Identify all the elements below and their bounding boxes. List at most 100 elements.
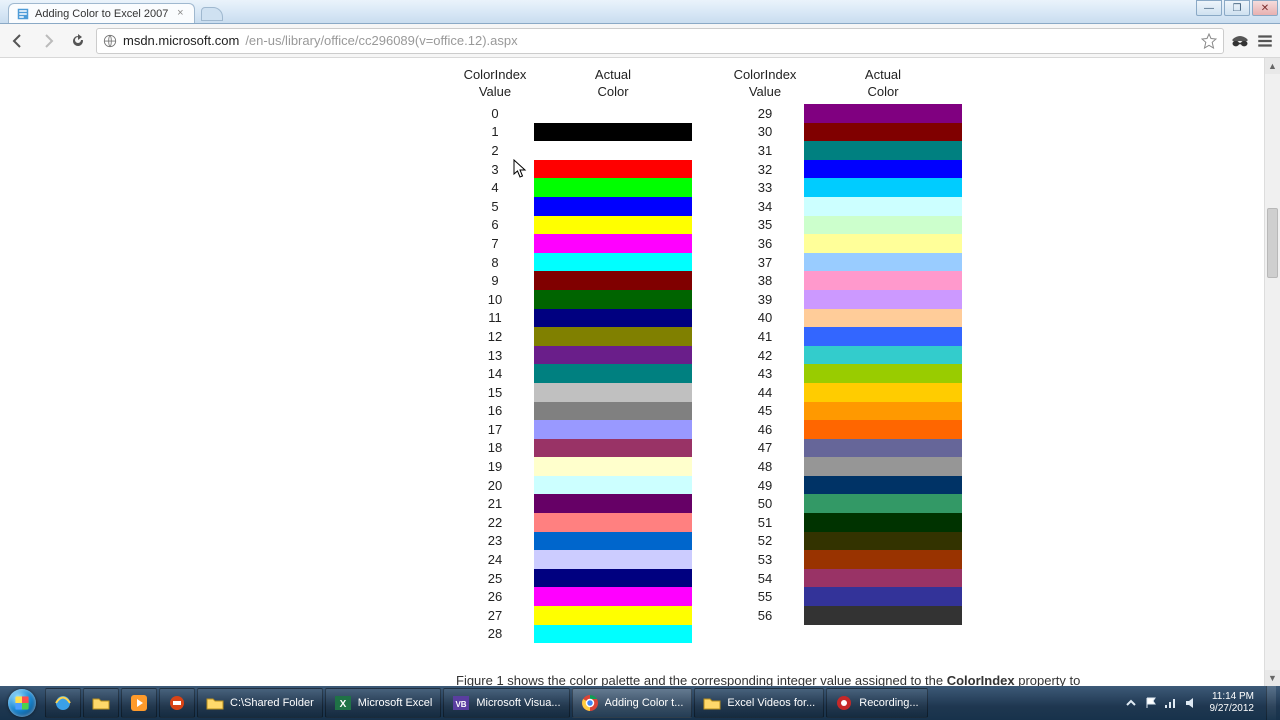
app-icon: [703, 694, 721, 712]
new-tab-button[interactable]: [201, 7, 223, 21]
taskbar-item[interactable]: Recording...: [826, 688, 927, 718]
taskbar-item-label: Microsoft Visua...: [476, 697, 560, 709]
taskbar-item[interactable]: VB Microsoft Visua...: [443, 688, 569, 718]
colorindex-cell: 40: [726, 309, 804, 328]
window-close-button[interactable]: ✕: [1252, 0, 1278, 16]
clock-date: 9/27/2012: [1210, 703, 1255, 715]
color-swatch: [534, 550, 692, 569]
colorindex-cell: 19: [456, 457, 534, 476]
taskbar-item[interactable]: X Microsoft Excel: [325, 688, 442, 718]
color-swatch: [804, 104, 962, 123]
color-swatch: [804, 271, 962, 290]
color-swatch: [804, 160, 962, 179]
color-swatch: [534, 532, 692, 551]
colorindex-cell: 46: [726, 420, 804, 439]
colorindex-cell: 13: [456, 346, 534, 365]
forward-button[interactable]: [36, 29, 60, 53]
color-swatch: [804, 309, 962, 328]
bookmark-star-icon[interactable]: [1201, 33, 1217, 49]
color-swatch: [804, 457, 962, 476]
color-swatch: [534, 104, 692, 123]
colorindex-cell: 9: [456, 271, 534, 290]
scroll-thumb[interactable]: [1267, 208, 1278, 278]
colorindex-cell: 22: [456, 513, 534, 532]
scroll-up-button[interactable]: ▲: [1265, 58, 1280, 74]
taskbar-item-label: Microsoft Excel: [358, 697, 433, 709]
clock-time: 11:14 PM: [1210, 691, 1255, 703]
color-swatch: [534, 587, 692, 606]
table-left-group: ColorIndexValue 012345678910111213141516…: [456, 66, 692, 643]
system-tray: 11:14 PM 9/27/2012: [1120, 686, 1280, 720]
color-swatch: [534, 439, 692, 458]
colorindex-cell: 28: [456, 625, 534, 644]
colorindex-cell: 14: [456, 364, 534, 383]
browser-toolbar: msdn.microsoft.com/en-us/library/office/…: [0, 24, 1280, 58]
browser-titlebar: Adding Color to Excel 2007 × — ❐ ✕: [0, 0, 1280, 24]
colorindex-cell: 39: [726, 290, 804, 309]
tray-network-icon[interactable]: [1164, 696, 1178, 710]
url-host: msdn.microsoft.com: [123, 33, 239, 48]
taskbar-item-label: Adding Color t...: [605, 697, 684, 709]
colorindex-cell: 36: [726, 234, 804, 253]
color-swatch: [804, 253, 962, 272]
colorindex-cell: 51: [726, 513, 804, 532]
reload-button[interactable]: [66, 29, 90, 53]
show-desktop-button[interactable]: [1266, 686, 1276, 720]
tab-favicon-icon: [17, 8, 29, 20]
color-swatch: [534, 457, 692, 476]
color-swatch: [804, 383, 962, 402]
windows-taskbar: C:\Shared Folder X Microsoft Excel VB Micros…: [0, 686, 1280, 720]
color-swatch: [804, 327, 962, 346]
colorindex-cell: 38: [726, 271, 804, 290]
tab-close-icon[interactable]: ×: [174, 8, 186, 20]
table-right-group: ColorIndexValue 293031323334353637383940…: [726, 66, 962, 643]
colorindex-cell: 12: [456, 327, 534, 346]
colorindex-cell: 25: [456, 569, 534, 588]
taskbar-item[interactable]: Adding Color t...: [572, 688, 693, 718]
color-swatch: [804, 216, 962, 235]
colorindex-cell: 7: [456, 234, 534, 253]
color-swatch: [534, 160, 692, 179]
colorindex-cell: 32: [726, 160, 804, 179]
color-swatch: [804, 346, 962, 365]
colorindex-cell: 31: [726, 141, 804, 160]
taskbar-item[interactable]: C:\Shared Folder: [197, 688, 323, 718]
tray-up-icon[interactable]: [1124, 696, 1138, 710]
window-minimize-button[interactable]: —: [1196, 0, 1222, 16]
colorindex-cell: 45: [726, 402, 804, 421]
app-icon: VB: [452, 694, 470, 712]
color-swatch: [804, 513, 962, 532]
taskbar-pin-ie[interactable]: [45, 688, 81, 718]
tray-volume-icon[interactable]: [1184, 696, 1198, 710]
color-swatch: [804, 439, 962, 458]
window-maximize-button[interactable]: ❐: [1224, 0, 1250, 16]
chrome-menu-button[interactable]: [1256, 32, 1274, 50]
browser-tab[interactable]: Adding Color to Excel 2007 ×: [8, 3, 195, 23]
colorindex-cell: 16: [456, 402, 534, 421]
taskbar-pin[interactable]: [121, 688, 157, 718]
color-swatch: [534, 364, 692, 383]
scroll-down-button[interactable]: ▼: [1265, 670, 1280, 686]
svg-text:X: X: [339, 699, 346, 710]
app-icon: [130, 694, 148, 712]
back-button[interactable]: [6, 29, 30, 53]
header-color-right: ActualColor: [804, 66, 962, 104]
tray-flag-icon[interactable]: [1144, 696, 1158, 710]
address-bar[interactable]: msdn.microsoft.com/en-us/library/office/…: [96, 28, 1224, 54]
svg-text:VB: VB: [456, 700, 467, 709]
colorindex-cell: 34: [726, 197, 804, 216]
taskbar-clock[interactable]: 11:14 PM 9/27/2012: [1204, 691, 1261, 715]
colorindex-cell: 21: [456, 494, 534, 513]
taskbar-pin-explorer[interactable]: [83, 688, 119, 718]
site-icon: [103, 34, 117, 48]
taskbar-item[interactable]: Excel Videos for...: [694, 688, 824, 718]
taskbar-pin[interactable]: [159, 688, 195, 718]
color-swatch: [534, 494, 692, 513]
color-swatch: [534, 513, 692, 532]
header-index-right: ColorIndexValue: [726, 66, 804, 104]
colorindex-cell: 26: [456, 587, 534, 606]
colorindex-cell: 54: [726, 569, 804, 588]
page-scrollbar[interactable]: ▲ ▼: [1264, 58, 1280, 686]
color-swatch: [534, 327, 692, 346]
start-button[interactable]: [0, 686, 44, 720]
